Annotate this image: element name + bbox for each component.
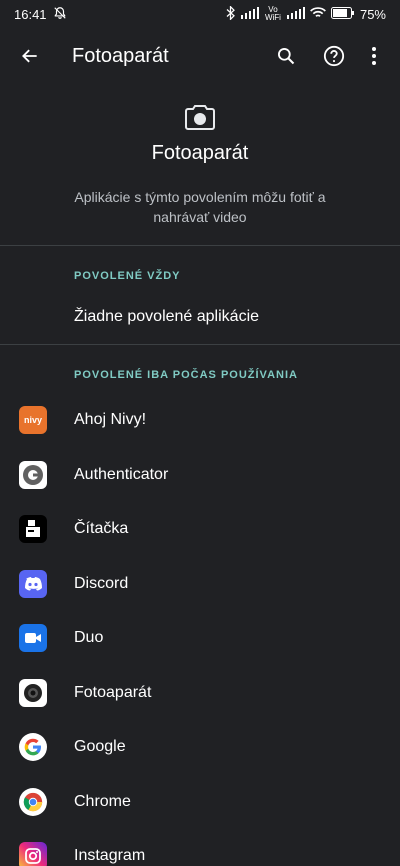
- more-vert-icon: [372, 47, 376, 65]
- back-button[interactable]: [10, 36, 50, 76]
- app-name: Chrome: [74, 792, 131, 810]
- status-bar: 16:41 Vo WiFi 75%: [0, 0, 400, 28]
- app-name: Discord: [74, 574, 129, 592]
- list-item-duo[interactable]: Duo: [0, 611, 400, 666]
- signal-icon: [240, 6, 259, 22]
- discord-icon: [19, 569, 47, 598]
- bluetooth-icon: [225, 4, 236, 23]
- battery-icon: [330, 6, 355, 22]
- camera-app-icon: [19, 678, 47, 707]
- arrow-left-icon: [22, 49, 37, 63]
- no-apps-text: Žiadne povolené aplikácie: [74, 308, 260, 325]
- help-button[interactable]: [314, 36, 354, 76]
- wifi-icon: [310, 6, 326, 22]
- google-icon: [19, 733, 47, 762]
- section-label-always: POVOLENÉ VŽDY: [74, 270, 181, 282]
- camera-icon: [0, 104, 400, 130]
- search-button[interactable]: [266, 36, 306, 76]
- nivy-icon: nivy: [19, 406, 47, 435]
- chrome-icon: [19, 787, 47, 816]
- battery-percent: 75%: [359, 6, 386, 22]
- more-options-button[interactable]: [354, 36, 394, 76]
- app-bar: Fotoaparát: [0, 28, 400, 84]
- permission-title: Fotoaparát: [151, 142, 249, 164]
- list-item-citacka[interactable]: Čítačka: [0, 502, 400, 557]
- list-item-ahoj-nivy[interactable]: nivy Ahoj Nivy!: [0, 393, 400, 448]
- list-item-authenticator[interactable]: Authenticator: [0, 448, 400, 503]
- help-icon: [323, 45, 345, 67]
- app-name: Authenticator: [74, 465, 169, 483]
- citacka-icon: [19, 515, 47, 544]
- permission-header: Fotoaparát Aplikácie s týmto povolením m…: [0, 84, 400, 245]
- app-list: nivy Ahoj Nivy! Authenticator Čítačka Di…: [0, 393, 400, 866]
- list-item-chrome[interactable]: Chrome: [0, 775, 400, 830]
- list-item-discord[interactable]: Discord: [0, 557, 400, 612]
- app-name: Fotoaparát: [74, 683, 152, 701]
- app-name: Instagram: [74, 847, 146, 865]
- duo-icon: [19, 624, 47, 653]
- page-title: Fotoaparát: [72, 44, 169, 67]
- mute-bell-icon: [53, 6, 67, 23]
- list-item-google[interactable]: Google: [0, 720, 400, 775]
- permission-description: Aplikácie s týmto povolením môžu fotiť a…: [74, 189, 326, 225]
- app-name: Duo: [74, 629, 104, 647]
- section-label-while-using: POVOLENÉ IBA POČAS POUŽÍVANIA: [74, 369, 298, 381]
- list-item-instagram[interactable]: Instagram: [0, 829, 400, 866]
- signal-icon-2: [286, 6, 305, 22]
- vowifi-label: Vo WiFi: [264, 5, 281, 22]
- search-icon: [278, 48, 295, 65]
- status-time: 16:41: [14, 6, 47, 22]
- app-name: Google: [74, 738, 126, 756]
- app-name: Čítačka: [74, 520, 129, 538]
- instagram-icon: [19, 842, 47, 866]
- list-item-fotoaparat[interactable]: Fotoaparát: [0, 666, 400, 721]
- app-name: Ahoj Nivy!: [74, 411, 147, 429]
- authenticator-icon: [19, 460, 47, 489]
